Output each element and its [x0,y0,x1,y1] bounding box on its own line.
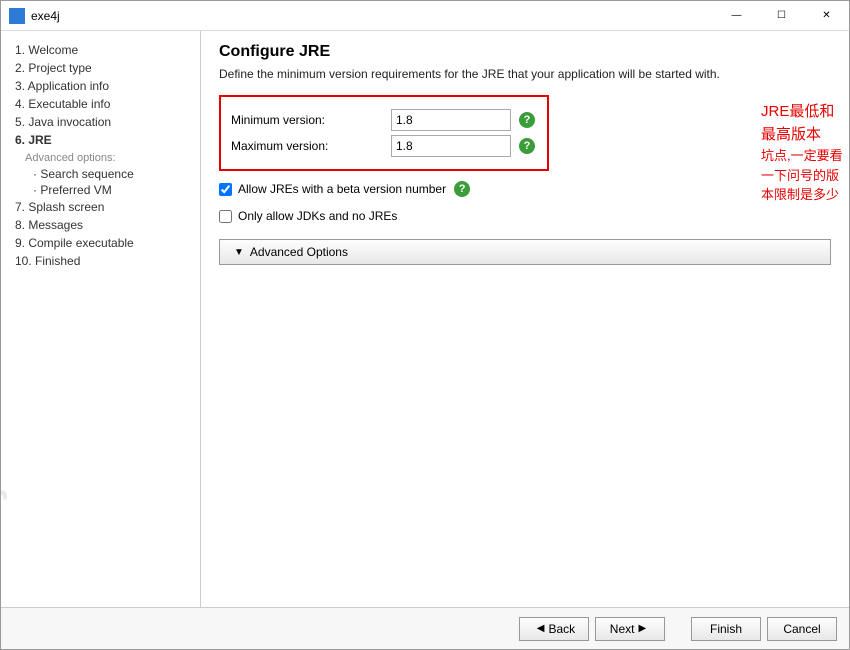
next-button[interactable]: Next ▶ [595,617,665,641]
sidebar-sub-search-sequence[interactable]: Search sequence [15,166,192,182]
max-version-input[interactable] [391,135,511,157]
max-version-label: Maximum version: [231,139,391,153]
sidebar-sub-preferred-vm[interactable]: Preferred VM [15,182,192,198]
finish-label: Finish [710,622,742,636]
app-icon [9,8,25,24]
page-description: Define the minimum version requirements … [219,67,831,81]
minimize-button[interactable]: — [714,1,759,31]
next-label: Next [610,622,635,636]
help-icon[interactable]: ? [454,181,470,197]
allow-beta-label: Allow JREs with a beta version number [238,182,446,196]
back-button[interactable]: ◀ Back [519,617,589,641]
sidebar-item-project-type[interactable]: 2. Project type [15,59,192,77]
close-button[interactable]: ✕ [804,1,849,31]
sidebar-item-executable-info[interactable]: 4. Executable info [15,95,192,113]
maximize-button[interactable]: ☐ [759,1,804,31]
window-title: exe4j [31,9,714,23]
sidebar-item-finished[interactable]: 10. Finished [15,252,192,270]
help-icon[interactable]: ? [519,138,535,154]
arrow-right-icon: ▶ [638,623,646,634]
cancel-label: Cancel [783,622,820,636]
min-version-label: Minimum version: [231,113,391,127]
only-jdk-checkbox[interactable] [219,210,232,223]
main-panel: Configure JRE Define the minimum version… [201,31,849,607]
sidebar-item-welcome[interactable]: 1. Welcome [15,41,192,59]
triangle-down-icon: ▼ [234,247,244,258]
allow-beta-checkbox[interactable] [219,183,232,196]
annotation-line1: JRE最低和最高版本 [761,101,849,146]
cancel-button[interactable]: Cancel [767,617,837,641]
min-version-input[interactable] [391,109,511,131]
allow-beta-row: Allow JREs with a beta version number ? [219,181,831,197]
back-label: Back [549,622,576,636]
sidebar: 1. Welcome 2. Project type 3. Applicatio… [1,31,201,607]
page-title: Configure JRE [219,43,831,61]
sidebar-item-application-info[interactable]: 3. Application info [15,77,192,95]
sidebar-item-compile-executable[interactable]: 9. Compile executable [15,234,192,252]
watermark: exe4j [1,489,9,603]
body: 1. Welcome 2. Project type 3. Applicatio… [1,31,849,607]
annotation-overlay: JRE最低和最高版本 坑点,一定要看一下问号的版本限制是多少 [761,101,849,205]
sidebar-item-splash-screen[interactable]: 7. Splash screen [15,198,192,216]
sidebar-item-jre[interactable]: 6. JRE [15,131,192,149]
min-version-row: Minimum version: ? [231,109,537,131]
only-jdk-label: Only allow JDKs and no JREs [238,209,397,223]
annotation-line2: 坑点,一定要看一下问号的版本限制是多少 [761,146,849,205]
version-highlight-box: Minimum version: ? Maximum version: ? [219,95,549,171]
app-window: exe4j — ☐ ✕ 1. Welcome 2. Project type 3… [0,0,850,650]
advanced-options-label: Advanced Options [250,245,348,259]
help-icon[interactable]: ? [519,112,535,128]
sidebar-advanced-label: Advanced options: [15,149,192,166]
max-version-row: Maximum version: ? [231,135,537,157]
only-jdk-row: Only allow JDKs and no JREs [219,209,831,223]
arrow-left-icon: ◀ [537,623,545,634]
finish-button[interactable]: Finish [691,617,761,641]
titlebar: exe4j — ☐ ✕ [1,1,849,31]
advanced-options-button[interactable]: ▼ Advanced Options [219,239,831,265]
sidebar-item-java-invocation[interactable]: 5. Java invocation [15,113,192,131]
sidebar-item-messages[interactable]: 8. Messages [15,216,192,234]
footer: ◀ Back Next ▶ Finish Cancel [1,607,849,649]
